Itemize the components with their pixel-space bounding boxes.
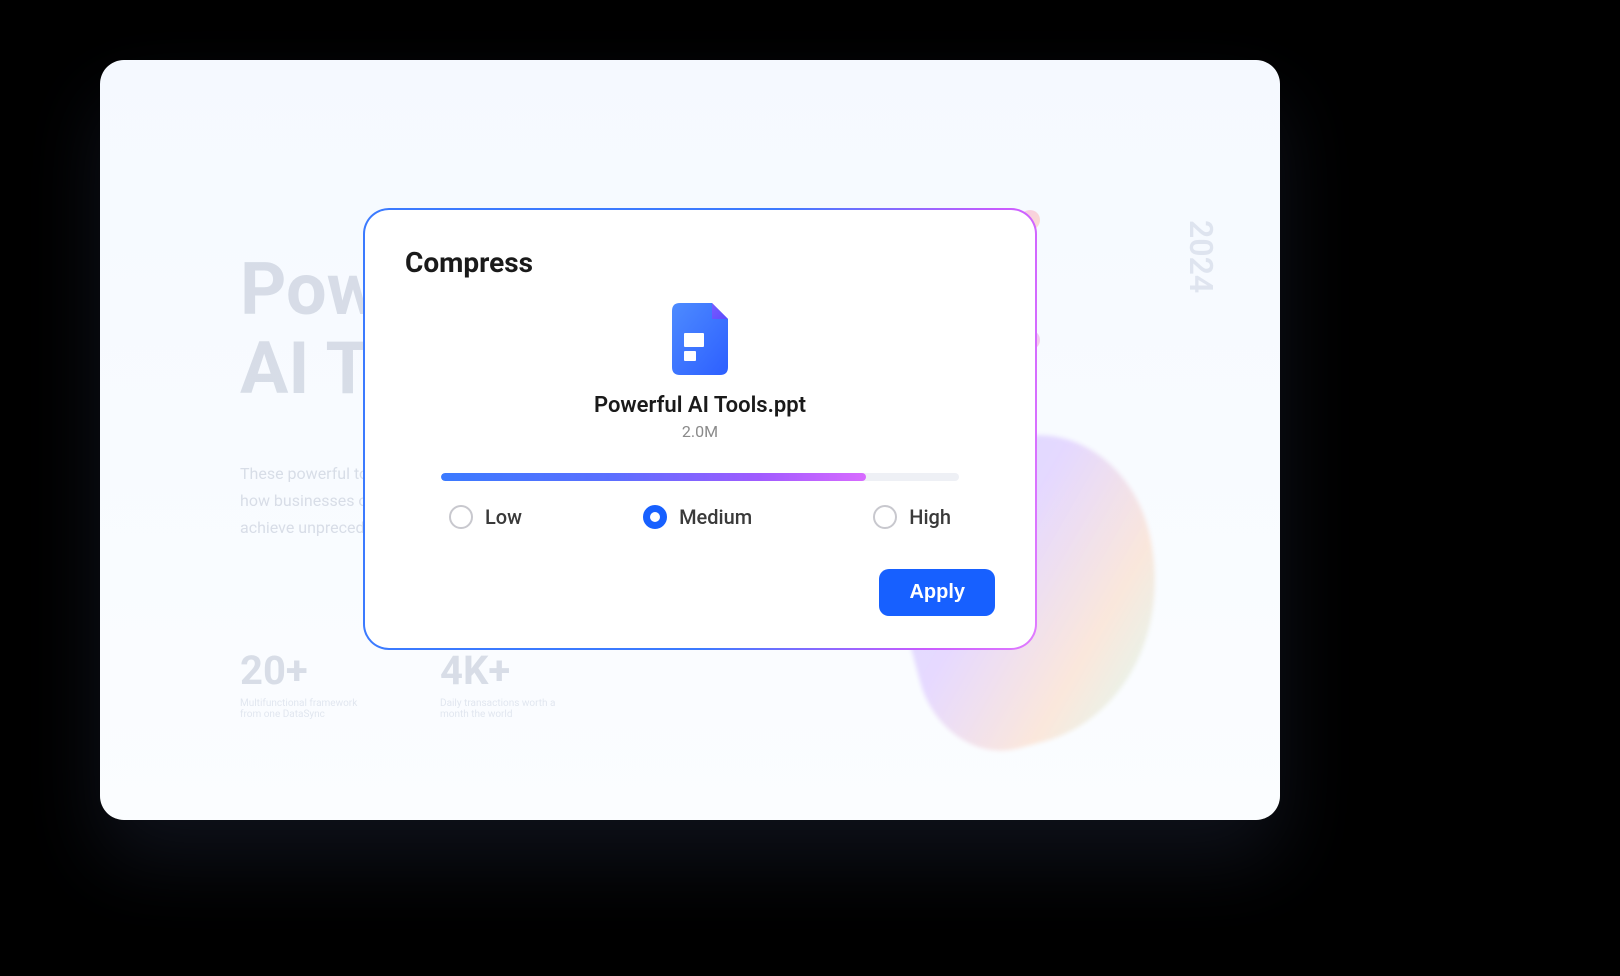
compression-options: Low Medium High <box>441 505 959 529</box>
compress-modal: Compress <box>365 210 1035 648</box>
slider-fill <box>441 473 866 481</box>
compression-slider[interactable] <box>441 473 959 481</box>
file-document-icon <box>672 303 728 375</box>
radio-icon <box>449 505 473 529</box>
option-high[interactable]: High <box>873 505 951 529</box>
file-name: Powerful AI Tools.ppt <box>594 393 806 418</box>
background-stat: 20+ Multifunctional framework from one D… <box>240 647 360 720</box>
background-stat-value: 4K+ <box>440 647 560 694</box>
background-stat-value: 20+ <box>240 647 360 694</box>
modal-title: Compress <box>405 246 995 279</box>
option-label: Medium <box>679 505 752 529</box>
option-medium[interactable]: Medium <box>643 505 752 529</box>
option-label: High <box>909 505 951 529</box>
option-low[interactable]: Low <box>449 505 522 529</box>
button-row: Apply <box>405 569 995 616</box>
background-stat-label: Daily transactions worth a month the wor… <box>440 698 560 720</box>
background-stat: 4K+ Daily transactions worth a month the… <box>440 647 560 720</box>
radio-icon <box>873 505 897 529</box>
file-size: 2.0M <box>682 422 718 441</box>
radio-icon <box>643 505 667 529</box>
file-section: Powerful AI Tools.ppt 2.0M <box>405 303 995 441</box>
background-stat-label: Multifunctional framework from one DataS… <box>240 698 360 720</box>
option-label: Low <box>485 505 522 529</box>
slider-track <box>441 473 959 481</box>
apply-button[interactable]: Apply <box>879 569 995 616</box>
background-year: 2024 <box>1182 220 1220 293</box>
background-stats: 20+ Multifunctional framework from one D… <box>240 647 560 720</box>
